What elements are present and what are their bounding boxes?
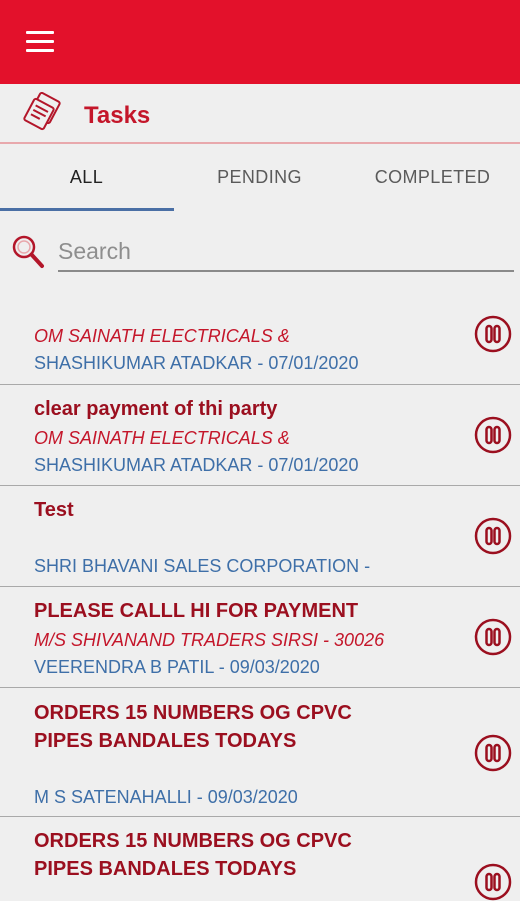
- task-title: PLEASE CALLL HI FOR PAYMENT: [34, 600, 359, 622]
- app-bar: [0, 0, 520, 84]
- pause-icon[interactable]: [474, 618, 512, 656]
- hamburger-menu-icon[interactable]: [26, 31, 56, 53]
- task-item[interactable]: OM SAINATH ELECTRICALS & SHASHIKUMAR ATA…: [0, 313, 520, 385]
- task-item[interactable]: ORDERS 15 NUMBERS OG CPVC PIPES BANDALES…: [0, 688, 520, 817]
- search-input[interactable]: [58, 232, 514, 272]
- task-item[interactable]: PLEASE CALLL HI FOR PAYMENT M/S SHIVANAN…: [0, 587, 520, 688]
- task-meta: SHRI BHAVANI SALES CORPORATION -: [34, 556, 371, 576]
- tab-pending[interactable]: PENDING: [173, 144, 346, 212]
- task-title: clear payment of thi party: [34, 398, 278, 420]
- task-title-line: PIPES BANDALES TODAYS: [34, 730, 297, 752]
- task-meta: VEERENDRA B PATIL - 09/03/2020: [34, 657, 320, 677]
- page-title: Tasks: [84, 102, 151, 129]
- task-party: M/S SHIVANAND TRADERS SIRSI - 30026: [34, 630, 385, 650]
- pause-icon[interactable]: [474, 734, 512, 772]
- tab-all[interactable]: ALL: [0, 144, 173, 212]
- pause-icon[interactable]: [474, 863, 512, 901]
- tab-bar: ALL PENDING COMPLETED: [0, 144, 520, 212]
- search-icon[interactable]: [10, 232, 46, 270]
- pause-icon[interactable]: [474, 416, 512, 454]
- task-meta: SHASHIKUMAR ATADKAR - 07/01/2020: [34, 455, 359, 475]
- page-header: Tasks: [0, 84, 520, 144]
- task-item[interactable]: Test SHRI BHAVANI SALES CORPORATION -: [0, 486, 520, 587]
- task-party: OM SAINATH ELECTRICALS &: [34, 326, 290, 346]
- active-tab-indicator: [0, 208, 174, 211]
- task-meta: SHASHIKUMAR ATADKAR - 07/01/2020: [34, 353, 359, 373]
- task-meta: M S SATENAHALLI - 09/03/2020: [34, 787, 298, 807]
- tab-completed[interactable]: COMPLETED: [346, 144, 519, 212]
- tasks-document-icon: [23, 92, 61, 131]
- task-title: Test: [34, 499, 74, 521]
- task-title-line: PIPES BANDALES TODAYS: [34, 858, 297, 880]
- task-title-line: ORDERS 15 NUMBERS OG CPVC: [34, 702, 352, 724]
- task-party: OM SAINATH ELECTRICALS &: [34, 428, 290, 448]
- task-title-line: ORDERS 15 NUMBERS OG CPVC: [34, 830, 352, 852]
- pause-icon[interactable]: [474, 517, 512, 555]
- task-item[interactable]: ORDERS 15 NUMBERS OG CPVC PIPES BANDALES…: [0, 817, 520, 901]
- pause-icon[interactable]: [474, 315, 512, 353]
- task-item[interactable]: clear payment of thi party OM SAINATH EL…: [0, 385, 520, 486]
